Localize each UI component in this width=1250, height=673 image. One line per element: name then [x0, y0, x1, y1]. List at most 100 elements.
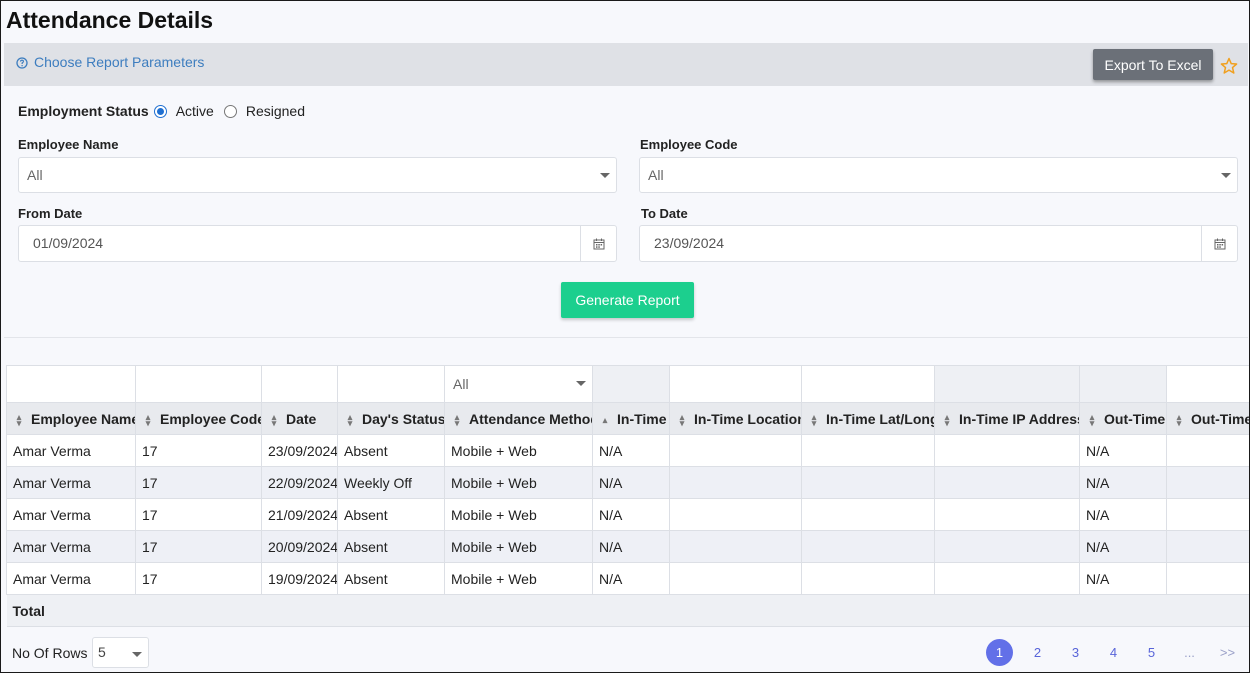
table-cell — [801, 530, 935, 563]
employee-name-value: All — [27, 167, 43, 183]
table-cell: N/A — [1079, 498, 1167, 531]
help-circle-icon — [16, 56, 28, 69]
active-radio[interactable] — [153, 104, 167, 118]
column-header[interactable]: ▴ ▾ Day's Status — [337, 402, 445, 435]
column-header[interactable]: ▴ ▾ Attendance Method — [444, 402, 593, 435]
rows-per-page-label: No Of Rows : — [12, 645, 96, 661]
column-header[interactable]: ▴ ▾ In-Time Location — [669, 402, 802, 435]
page-title: Attendance Details — [6, 7, 214, 33]
employee-code-label: Employee Code — [640, 137, 738, 152]
sort-icon[interactable]: ▴ ▾ — [346, 412, 354, 427]
sort-icon[interactable]: ▴ ▾ — [453, 412, 461, 427]
next-pages-button[interactable]: >> — [1214, 639, 1241, 666]
filter-cell[interactable] — [1166, 365, 1249, 403]
table-cell — [1166, 562, 1249, 595]
table-cell: Absent — [337, 530, 445, 563]
export-to-excel-button[interactable]: Export To Excel — [1093, 49, 1213, 80]
page-button[interactable]: 1 — [986, 639, 1013, 666]
page-button[interactable]: 3 — [1062, 639, 1089, 666]
table-cell: N/A — [1079, 434, 1167, 467]
filter-cell[interactable] — [261, 365, 338, 403]
from-date-input[interactable]: 01/09/2024 — [18, 225, 617, 262]
page-button[interactable]: 4 — [1100, 639, 1127, 666]
column-header[interactable]: ▴ ▾ In-Time IP Address — [934, 402, 1080, 435]
sort-icon[interactable]: ▴ ▾ — [270, 412, 278, 427]
sort-icon[interactable]: ▴ ▾ — [678, 412, 686, 427]
table-cell — [934, 466, 1080, 499]
attendance-method-filter[interactable]: All — [444, 365, 593, 403]
header-row: ▴ ▾ Employee Name ▴ ▾ Employee Code ▴ ▾ Date ▴ ▾ Da… — [6, 402, 1249, 435]
filter-cell[interactable] — [669, 365, 802, 403]
table-cell — [934, 434, 1080, 467]
table-cell — [801, 562, 935, 595]
table-cell — [1166, 466, 1249, 499]
total-label: Total — [6, 594, 136, 627]
sort-icon[interactable]: ▴ ▾ — [1175, 412, 1183, 427]
table-cell: N/A — [592, 498, 670, 531]
resigned-radio[interactable] — [223, 104, 237, 118]
table-cell: 21/09/2024 — [261, 498, 338, 531]
calendar-icon[interactable] — [1201, 226, 1237, 261]
table-row[interactable]: Amar Verma 17 21/09/2024 Absent Mobile + Web… — [6, 498, 1249, 531]
table-row[interactable]: Amar Verma 17 19/09/2024 Absent Mobile + Web… — [6, 562, 1249, 595]
sort-icon[interactable]: ▴ — [601, 415, 609, 424]
column-header-label: In-Time Lat/Long — [826, 410, 935, 427]
column-header[interactable]: ▴ In-Time — [592, 402, 670, 435]
employee-name-select[interactable]: All — [18, 157, 617, 193]
table-row[interactable]: Amar Verma 17 23/09/2024 Absent Mobile + Web… — [6, 434, 1249, 467]
grid-body: Amar Verma 17 23/09/2024 Absent Mobile + Web… — [6, 434, 1249, 595]
generate-report-button[interactable]: Generate Report — [561, 282, 694, 318]
column-header[interactable]: ▴ ▾ Employee Code — [135, 402, 262, 435]
attendance-table: All ▴ ▾ Employee Name ▴ ▾ Employee Code ▴ ▾ Date… — [6, 365, 1249, 627]
calendar-icon[interactable] — [580, 226, 616, 261]
column-header[interactable]: ▴ ▾ Date — [261, 402, 338, 435]
table-cell: N/A — [1079, 466, 1167, 499]
table-cell: 19/09/2024 — [261, 562, 338, 595]
column-header-label: Date — [286, 410, 317, 427]
table-cell — [669, 498, 802, 531]
page-button[interactable]: 5 — [1138, 639, 1165, 666]
sort-icon[interactable]: ▴ ▾ — [144, 412, 152, 427]
table-cell: Absent — [337, 498, 445, 531]
star-icon[interactable] — [1220, 57, 1238, 75]
column-header-label: Attendance Method — [469, 410, 593, 427]
rows-per-page-select[interactable]: 5 — [92, 637, 149, 668]
active-radio-label: Active — [175, 103, 214, 119]
sort-icon[interactable]: ▴ ▾ — [943, 412, 951, 427]
report-parameters-bar: Choose Report Parameters Export To Excel — [4, 43, 1248, 86]
caret-down-icon — [600, 173, 610, 178]
column-header-label: In-Time — [617, 410, 667, 427]
employee-code-select[interactable]: All — [639, 157, 1238, 193]
filter-cell — [934, 365, 1080, 403]
filter-cell[interactable] — [337, 365, 445, 403]
column-header-label: Employee Code — [160, 410, 262, 427]
table-cell: 17 — [135, 562, 262, 595]
table-cell: Mobile + Web — [444, 562, 593, 595]
column-header[interactable]: ▴ ▾ Out-Time — [1079, 402, 1167, 435]
filter-cell[interactable] — [135, 365, 262, 403]
column-header[interactable]: ▴ ▾ In-Time Lat/Long — [801, 402, 935, 435]
employee-name-label: Employee Name — [18, 137, 119, 152]
sort-icon[interactable]: ▴ ▾ — [1088, 412, 1096, 427]
filter-cell[interactable] — [6, 365, 136, 403]
report-parameters-form: Employment Status Active Resigned Employ… — [4, 86, 1248, 338]
filter-cell[interactable] — [801, 365, 935, 403]
resigned-radio-label: Resigned — [245, 103, 305, 119]
table-cell: Amar Verma — [6, 562, 136, 595]
sort-icon[interactable]: ▴ ▾ — [810, 412, 818, 427]
table-row[interactable]: Amar Verma 17 20/09/2024 Absent Mobile + Web… — [6, 530, 1249, 563]
table-cell: N/A — [1079, 562, 1167, 595]
from-date-value: 01/09/2024 — [33, 235, 104, 251]
page-button[interactable]: 2 — [1024, 639, 1051, 666]
attendance-details-page: Attendance Details Choose Report Paramet… — [0, 0, 1250, 673]
column-header[interactable]: ▴ ▾ Employee Name — [6, 402, 136, 435]
table-row[interactable]: Amar Verma 17 22/09/2024 Weekly Off Mobile +… — [6, 466, 1249, 499]
sort-icon[interactable]: ▴ ▾ — [15, 412, 23, 427]
table-cell: 17 — [135, 530, 262, 563]
to-date-input[interactable]: 23/09/2024 — [639, 225, 1238, 262]
column-header-label: Day's Status — [362, 410, 445, 427]
table-cell: N/A — [1079, 530, 1167, 563]
column-header[interactable]: ▴ ▾ Out-Time — [1166, 402, 1249, 435]
table-cell: N/A — [592, 562, 670, 595]
choose-report-parameters-link[interactable]: Choose Report Parameters — [16, 54, 204, 70]
